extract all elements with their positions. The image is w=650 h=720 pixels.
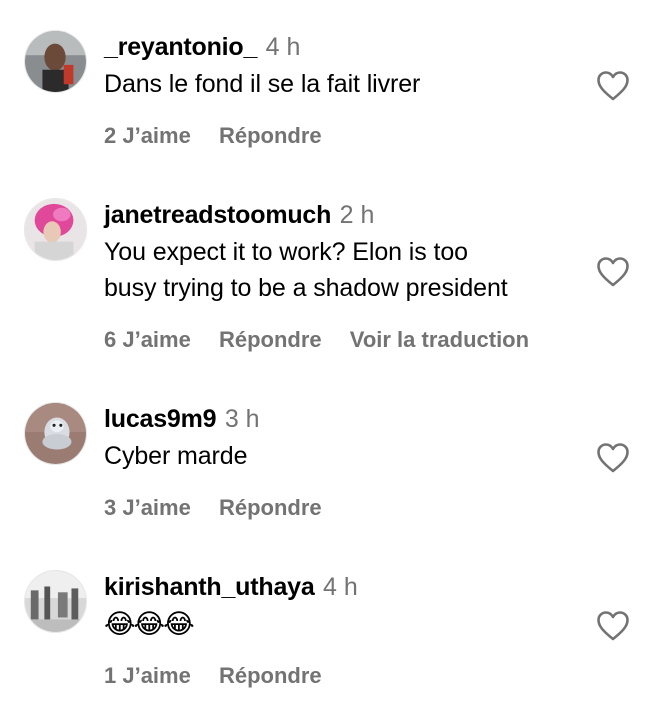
comment-text: You expect it to work? Elon is too busy …	[104, 234, 584, 306]
avatar[interactable]	[24, 198, 87, 261]
avatar[interactable]	[24, 570, 87, 633]
avatar-photo	[25, 31, 86, 92]
reply-button[interactable]: Répondre	[219, 327, 322, 352]
heart-outline-icon[interactable]	[596, 256, 630, 288]
username[interactable]: janetreadstoomuch	[104, 201, 331, 229]
comment-text: Cyber marde	[104, 442, 248, 470]
comment-header: janetreadstoomuch 2 h	[104, 200, 374, 234]
comment-actions: 2 J’aime Répondre	[104, 123, 344, 149]
translate-button[interactable]: Voir la traduction	[350, 327, 529, 352]
comment-text: Dans le fond il se la fait livrer	[104, 70, 421, 98]
comment-text-line: You expect it to work? Elon is too	[104, 238, 468, 266]
username[interactable]: lucas9m9	[104, 405, 217, 433]
reply-button[interactable]: Répondre	[219, 495, 322, 520]
avatar[interactable]	[24, 402, 87, 465]
timestamp: 4 h	[323, 573, 358, 601]
heart-outline-icon[interactable]	[596, 442, 630, 474]
timestamp: 3 h	[224, 405, 260, 433]
comment-text: 😂😂😂	[104, 609, 195, 639]
reply-button[interactable]: Répondre	[219, 123, 322, 148]
heart-outline-icon[interactable]	[596, 610, 630, 642]
comment-actions: 6 J’aime Répondre Voir la traduction	[104, 327, 551, 353]
avatar-photo	[25, 403, 86, 464]
comment-actions: 3 J’aime Répondre	[104, 495, 344, 521]
comment-header: _reyantonio_ 4 h	[104, 32, 300, 66]
avatar-photo	[25, 571, 86, 632]
heart-outline-icon[interactable]	[596, 70, 630, 102]
username[interactable]: _reyantonio_	[104, 33, 257, 61]
reply-button[interactable]: Répondre	[219, 663, 322, 688]
timestamp: 4 h	[265, 33, 301, 61]
like-count-button[interactable]: 2 J’aime	[104, 123, 191, 148]
avatar-photo	[25, 199, 86, 260]
avatar[interactable]	[24, 30, 87, 93]
like-count-button[interactable]: 6 J’aime	[104, 327, 191, 352]
comment-header: lucas9m9 3 h	[104, 404, 260, 438]
username[interactable]: kirishanth_uthaya	[104, 573, 315, 601]
comment-actions: 1 J’aime Répondre	[104, 663, 344, 689]
timestamp: 2 h	[339, 201, 375, 229]
like-count-button[interactable]: 1 J’aime	[104, 663, 191, 688]
like-count-button[interactable]: 3 J’aime	[104, 495, 191, 520]
comment-header: kirishanth_uthaya 4 h	[104, 572, 358, 606]
comment-text-line: busy trying to be a shadow president	[104, 274, 508, 302]
